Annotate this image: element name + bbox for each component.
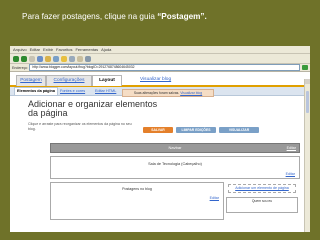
- tab-layout[interactable]: Layout: [92, 75, 122, 86]
- menu-editar[interactable]: Editar: [30, 47, 40, 52]
- caption-emphasis: “Postagem”.: [157, 12, 207, 21]
- url-field[interactable]: http://www.blogger.com/layout.fbug?blogI…: [29, 64, 300, 71]
- about-element-title: Quem sou eu: [251, 198, 273, 203]
- subtab-fonts-colors[interactable]: Fontes e cores: [60, 88, 85, 95]
- posts-element-title: Postagens no blog: [122, 187, 152, 191]
- home-icon[interactable]: [45, 55, 51, 62]
- search-icon[interactable]: [53, 55, 59, 62]
- go-button[interactable]: [302, 65, 308, 70]
- caption-text: Para fazer postagens, clique na guia: [22, 12, 158, 21]
- scroll-up-arrow-icon[interactable]: [305, 79, 310, 84]
- address-label: Endereço: [12, 65, 28, 70]
- browser-toolbar: [10, 54, 310, 64]
- instruction-caption: Para fazer postagens, clique na guia “Po…: [22, 12, 207, 21]
- browser-menubar: Arquivo Editar Exibir Favoritos Ferramen…: [10, 46, 310, 54]
- menu-ajuda[interactable]: Ajuda: [101, 47, 111, 52]
- posts-element[interactable]: Postagens no blog Editar: [50, 182, 224, 220]
- menu-favoritos[interactable]: Favoritos: [56, 47, 72, 52]
- stop-icon[interactable]: [29, 55, 35, 62]
- favorites-icon[interactable]: [61, 55, 67, 62]
- header-element-title: Sala de Tecnologia (Cabeçalho): [148, 162, 202, 166]
- add-page-element-link[interactable]: Adicionar um elemento de página: [228, 184, 296, 193]
- tab-postagem[interactable]: Postagem: [16, 75, 46, 86]
- saved-notice-text: Suas alterações foram salvas.: [133, 91, 180, 95]
- page-description: Clique e arraste para reorganizar os ele…: [28, 122, 132, 131]
- menu-ferramentas[interactable]: Ferramentas: [75, 47, 98, 52]
- blogger-tabs: Postagem Configurações Layout Visualizar…: [10, 72, 310, 87]
- subtab-page-elements[interactable]: Elementos da página: [14, 87, 58, 95]
- history-icon[interactable]: [69, 55, 75, 62]
- preview-button[interactable]: VISUALIZAR: [219, 127, 259, 133]
- navbar-edit-link[interactable]: Editar: [287, 144, 296, 152]
- subtab-edit-html[interactable]: Editar HTML: [95, 88, 116, 95]
- save-button[interactable]: SALVAR: [143, 127, 173, 133]
- page-scrollbar[interactable]: [304, 79, 310, 232]
- posts-edit-link[interactable]: Editar: [210, 196, 219, 200]
- sidebar-area: Adicionar um elemento de página Quem sou…: [226, 182, 298, 218]
- about-element[interactable]: Quem sou eu: [226, 196, 298, 213]
- saved-notice-link[interactable]: Visualizar blog: [180, 91, 202, 95]
- forward-icon[interactable]: [21, 55, 27, 62]
- mail-icon[interactable]: [77, 55, 83, 62]
- browser-screenshot: Arquivo Editar Exibir Favoritos Ferramen…: [10, 46, 310, 232]
- header-element[interactable]: Sala de Tecnologia (Cabeçalho) Editar: [50, 156, 300, 179]
- header-edit-link[interactable]: Editar: [286, 172, 295, 176]
- back-icon[interactable]: [13, 55, 19, 62]
- navbar-element[interactable]: Navbar Editar: [50, 143, 300, 153]
- print-icon[interactable]: [85, 55, 91, 62]
- scroll-thumb[interactable]: [306, 91, 309, 113]
- clear-edits-button[interactable]: LIMPAR EDIÇÕES: [176, 127, 216, 133]
- address-bar: Endereço http://www.blogger.com/layout.f…: [10, 64, 310, 72]
- navbar-label: Navbar: [168, 145, 182, 150]
- page-title-line2: da página: [28, 108, 68, 118]
- view-blog-link[interactable]: Visualizar blog: [140, 75, 171, 85]
- refresh-icon[interactable]: [37, 55, 43, 62]
- page-title: Adicionar e organizar elementos da págin…: [28, 100, 157, 118]
- menu-arquivo[interactable]: Arquivo: [13, 47, 27, 52]
- saved-notice: Suas alterações foram salvas. Visualizar…: [122, 89, 214, 97]
- tab-configuracoes[interactable]: Configurações: [46, 75, 92, 86]
- menu-exibir[interactable]: Exibir: [43, 47, 53, 52]
